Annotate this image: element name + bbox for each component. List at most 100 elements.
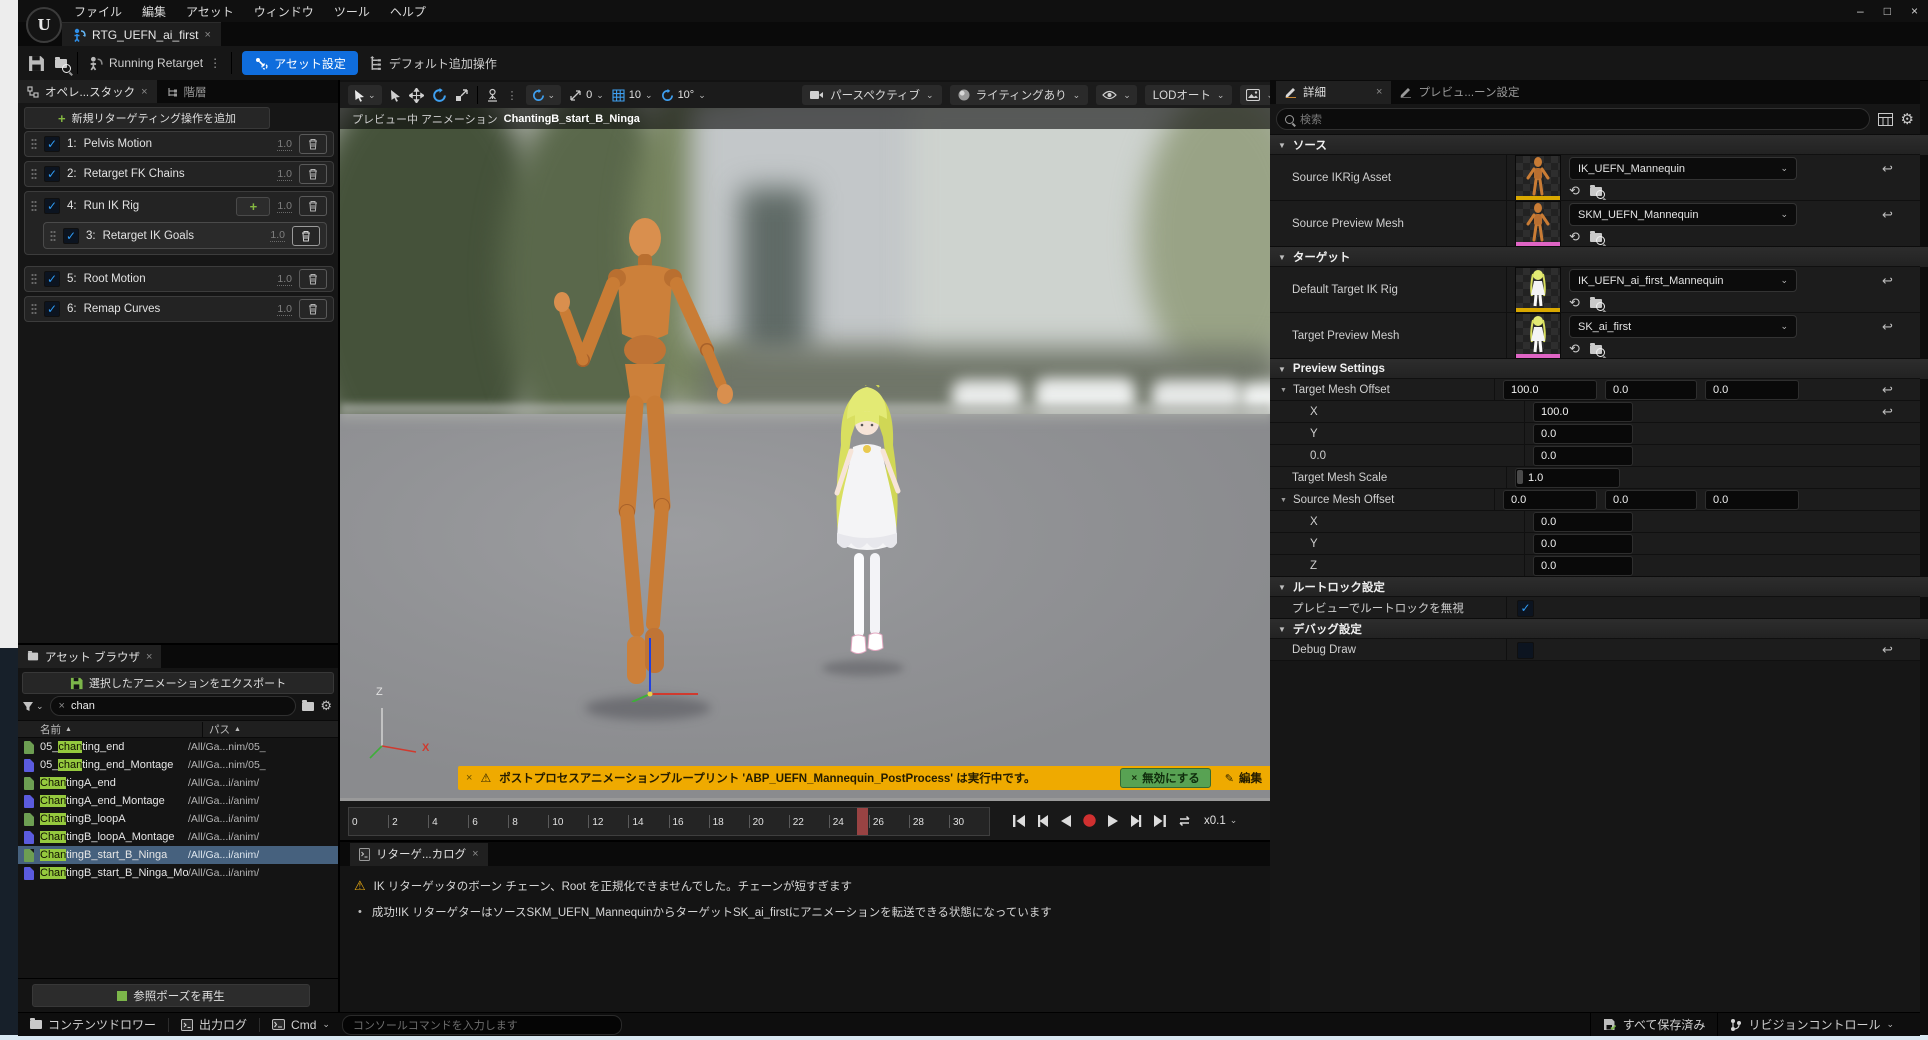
target-offset-z-input[interactable]: 0.0 — [1705, 380, 1799, 400]
browse-to-asset-icon[interactable] — [1590, 187, 1602, 196]
add-ik-op-button[interactable]: + — [236, 197, 270, 216]
expand-arrow-icon[interactable]: ▼ — [1280, 387, 1287, 394]
op-checkbox[interactable]: ✓ — [44, 136, 60, 152]
op-checkbox[interactable]: ✓ — [44, 301, 60, 317]
perspective-dropdown[interactable]: パースペクティブ ⌄ — [802, 85, 941, 105]
details-search-input[interactable]: 検索 — [1276, 108, 1870, 130]
op-weight[interactable]: 1.0 — [277, 138, 292, 151]
go-to-start-button[interactable] — [1012, 814, 1027, 828]
expand-arrow-icon[interactable]: ▼ — [1280, 497, 1287, 504]
target-girl-character[interactable] — [817, 385, 917, 670]
go-to-end-button[interactable] — [1152, 814, 1167, 828]
tab-close-icon[interactable]: × — [204, 29, 210, 41]
revert-icon[interactable]: ↩ — [1882, 273, 1893, 289]
timeline-playhead[interactable] — [857, 808, 868, 835]
target-offset-y-input[interactable]: 0.0 — [1605, 380, 1697, 400]
delete-op-button[interactable] — [299, 269, 327, 289]
output-log-button[interactable]: 出力ログ — [169, 1013, 259, 1036]
asset-row[interactable]: ChantingB_loopA /All/Ga...i/anim/ — [18, 810, 338, 828]
timeline-ruler[interactable]: 0 2 4 6 8 10 12 14 16 18 20 22 24 26 28 … — [348, 807, 990, 836]
translate-tool-icon[interactable] — [409, 88, 424, 103]
tab-hierarchy[interactable]: 階層 — [157, 80, 216, 103]
target-offset-x-sub-input[interactable]: 100.0 — [1533, 402, 1633, 422]
source-ikrig-dropdown[interactable]: IK_UEFN_Mannequin ⌄ — [1569, 157, 1797, 180]
section-root-lock[interactable]: ▼ ルートロック設定 — [1270, 576, 1928, 597]
rotate-tool-icon[interactable] — [432, 88, 447, 103]
use-selected-asset-icon[interactable]: ⟲ — [1569, 183, 1580, 199]
op-weight[interactable]: 1.0 — [277, 303, 292, 316]
menu-file[interactable]: ファイル — [64, 0, 132, 22]
snap-options-icon[interactable]: ⋮ — [507, 89, 518, 102]
tab-op-stack[interactable]: オペレ...スタック × — [18, 80, 157, 103]
source-mesh-dropdown[interactable]: SKM_UEFN_Mannequin ⌄ — [1569, 203, 1797, 226]
asset-row[interactable]: ChantingA_end_Montage /All/Ga...i/anim/ — [18, 792, 338, 810]
record-button[interactable] — [1082, 813, 1097, 828]
asset-row[interactable]: ChantingA_end /All/Ga...i/anim/ — [18, 774, 338, 792]
asset-settings-button[interactable]: アセット設定 — [242, 51, 358, 75]
transform-gizmo[interactable] — [620, 632, 710, 702]
op-weight[interactable]: 1.0 — [277, 168, 292, 181]
browse-to-asset-icon[interactable] — [1590, 233, 1602, 242]
revert-icon[interactable]: ↩ — [1882, 207, 1893, 223]
cmd-dropdown[interactable]: Cmd ⌄ — [260, 1013, 342, 1036]
translate-snap-control[interactable]: 0 ⌄ — [569, 89, 604, 102]
menu-asset[interactable]: アセット — [176, 0, 244, 22]
revision-control-button[interactable]: リビジョンコントロール ⌄ — [1718, 1013, 1906, 1036]
revert-icon[interactable]: ↩ — [1882, 161, 1893, 177]
playback-speed-dropdown[interactable]: x0.1 ⌄ — [1204, 815, 1237, 827]
section-preview-settings[interactable]: ▼ Preview Settings — [1270, 358, 1928, 379]
drag-handle-icon[interactable] — [31, 303, 37, 315]
step-back-button[interactable] — [1037, 814, 1050, 828]
source-ikrig-thumbnail[interactable] — [1515, 155, 1561, 201]
browse-to-asset-icon[interactable] — [1590, 345, 1602, 354]
source-offset-x-sub-input[interactable]: 0.0 — [1533, 512, 1633, 532]
browse-to-asset-button[interactable] — [55, 59, 67, 68]
op-row-pelvis-motion[interactable]: ✓ 1: Pelvis Motion 1.0 — [24, 131, 334, 157]
op-checkbox[interactable]: ✓ — [44, 198, 60, 214]
op-weight[interactable]: 1.0 — [277, 200, 292, 213]
log-tab-close-icon[interactable]: × — [472, 848, 478, 860]
op-row-root-motion[interactable]: ✓ 5: Root Motion 1.0 — [24, 266, 334, 292]
browse-to-asset-icon[interactable] — [1590, 299, 1602, 308]
op-row-run-ik-rig[interactable]: ✓ 4: Run IK Rig + 1.0 — [25, 192, 333, 220]
save-button[interactable] — [28, 55, 45, 72]
all-saved-button[interactable]: すべて保存済み — [1591, 1013, 1718, 1036]
source-offset-x-input[interactable]: 0.0 — [1503, 490, 1597, 510]
edit-postprocess-button[interactable]: ✎ 編集 — [1219, 770, 1268, 786]
menu-tools[interactable]: ツール — [324, 0, 380, 22]
source-offset-z-input[interactable]: 0.0 — [1705, 490, 1799, 510]
target-ikrig-dropdown[interactable]: IK_UEFN_ai_first_Mannequin ⌄ — [1569, 269, 1797, 292]
play-reverse-button[interactable] — [1060, 814, 1072, 828]
op-row-retarget-fk-chains[interactable]: ✓ 2: Retarget FK Chains 1.0 — [24, 161, 334, 187]
select-tool-icon[interactable] — [390, 89, 401, 102]
grid-snap-control[interactable]: 10 ⌄ — [612, 89, 653, 102]
add-retarget-op-button[interactable]: + 新規リターゲティング操作を追加 — [24, 107, 270, 129]
use-selected-asset-icon[interactable]: ⟲ — [1569, 229, 1580, 245]
loop-mode-button[interactable] — [1177, 814, 1194, 828]
use-selected-asset-icon[interactable]: ⟲ — [1569, 295, 1580, 311]
op-checkbox[interactable]: ✓ — [63, 228, 79, 244]
target-mesh-dropdown[interactable]: SK_ai_first ⌄ — [1569, 315, 1797, 338]
op-row-retarget-ik-goals[interactable]: ✓ 3: Retarget IK Goals 1.0 — [43, 222, 327, 249]
delete-op-button[interactable] — [299, 134, 327, 154]
asset-browser-tab-close-icon[interactable]: × — [146, 651, 152, 663]
transform-mode-dropdown[interactable]: ⌄ — [348, 85, 382, 105]
drag-handle-icon[interactable] — [31, 273, 37, 285]
running-retarget-options-icon[interactable]: ⋮ — [209, 56, 221, 70]
menu-window[interactable]: ウィンドウ — [244, 0, 324, 22]
column-name[interactable]: 名前 ▲ — [18, 722, 202, 737]
asset-row-selected[interactable]: ChantingB_start_B_Ninga /All/Ga...i/anim… — [18, 846, 338, 864]
revert-icon[interactable]: ↩ — [1882, 404, 1893, 420]
tab-asset-browser[interactable]: アセット ブラウザ × — [18, 645, 161, 668]
warning-close-icon[interactable]: × — [466, 772, 472, 784]
ignore-root-lock-checkbox[interactable]: ✓ — [1517, 600, 1534, 617]
show-flags-dropdown[interactable]: ⌄ — [1096, 85, 1137, 105]
source-offset-y-sub-input[interactable]: 0.0 — [1533, 534, 1633, 554]
target-ikrig-thumbnail[interactable] — [1515, 267, 1561, 313]
window-maximize-button[interactable]: □ — [1874, 0, 1901, 22]
slider-grip[interactable] — [1517, 470, 1523, 484]
section-target[interactable]: ▼ ターゲット — [1270, 246, 1928, 267]
revert-icon[interactable]: ↩ — [1882, 382, 1893, 398]
drag-handle-icon[interactable] — [50, 230, 56, 242]
source-offset-y-input[interactable]: 0.0 — [1605, 490, 1697, 510]
